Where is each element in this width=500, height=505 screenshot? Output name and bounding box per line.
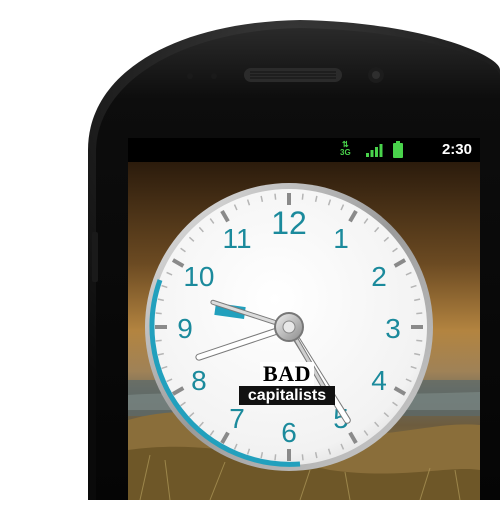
brand-line2: capitalists (239, 386, 335, 405)
clock-numeral: 12 (271, 205, 307, 241)
clock-numeral: 2 (371, 261, 387, 292)
clock-numeral: 6 (281, 417, 297, 448)
clock-center-cap (282, 320, 296, 334)
clock-numeral: 7 (229, 403, 245, 434)
clock-numeral: 4 (371, 365, 387, 396)
clock-tick (416, 312, 423, 315)
brand-line1: BAD (260, 362, 314, 386)
clock-tick (274, 193, 277, 200)
brand-sticker: BAD capitalists (238, 362, 336, 405)
clock-tick (155, 312, 162, 315)
clock-numeral: 1 (333, 223, 349, 254)
clock-tick (155, 339, 162, 342)
clock-numeral: 9 (177, 313, 193, 344)
phone-device: ⇅ 3G 2:30 12 1 2 3 4 5 6 7 8 9 10 11 BAD… (0, 0, 500, 501)
clock-tick (301, 193, 304, 200)
clock-numeral: 3 (385, 313, 401, 344)
clock-numeral: 8 (191, 365, 207, 396)
clock-numeral: 10 (183, 261, 214, 292)
clock-tick (274, 454, 277, 461)
clock-numeral: 11 (222, 223, 251, 254)
clock-tick (416, 339, 423, 342)
clock-tick (301, 454, 304, 461)
analog-clock-widget[interactable]: 12 1234567891011 (0, 0, 500, 500)
